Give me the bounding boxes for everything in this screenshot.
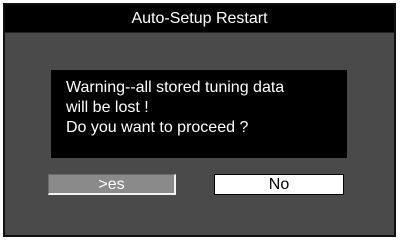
yes-button[interactable]: >es <box>48 174 176 195</box>
auto-setup-restart-dialog: Auto-Setup Restart Warning--all stored t… <box>3 3 396 237</box>
warning-message-box: Warning--all stored tuning data will be … <box>51 70 347 158</box>
warning-message-line: Do you want to proceed ? <box>66 119 249 136</box>
warning-message-line: will be lost ! <box>66 99 149 116</box>
warning-message-line: Warning--all stored tuning data <box>66 79 285 96</box>
screen: Auto-Setup Restart Warning--all stored t… <box>0 0 400 242</box>
dialog-title: Auto-Setup Restart <box>5 5 394 33</box>
no-button[interactable]: No <box>214 174 344 195</box>
